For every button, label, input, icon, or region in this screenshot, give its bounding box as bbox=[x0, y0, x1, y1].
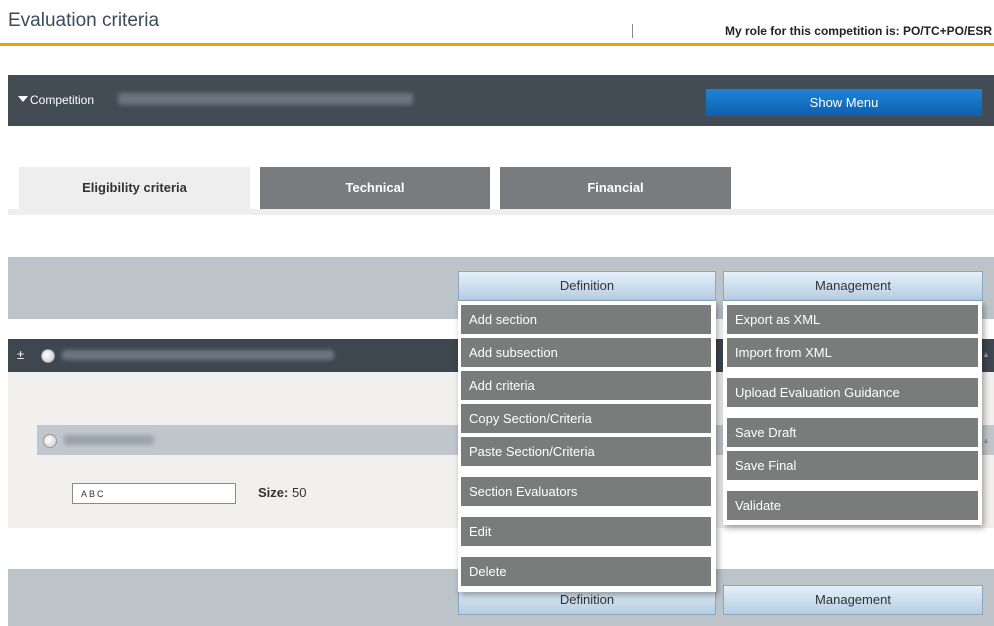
menu-validate[interactable]: Validate bbox=[727, 491, 978, 520]
chevron-down-icon[interactable] bbox=[18, 96, 28, 102]
management-button-bottom[interactable]: Management bbox=[723, 585, 983, 615]
menu-paste-section[interactable]: Paste Section/Criteria bbox=[461, 437, 711, 466]
tab-financial[interactable]: Financial bbox=[500, 167, 731, 209]
role-divider bbox=[632, 24, 633, 38]
definition-button-top[interactable]: Definition bbox=[458, 271, 716, 301]
menu-import-xml[interactable]: Import from XML bbox=[727, 338, 978, 367]
tabs-baseline bbox=[8, 209, 994, 215]
tab-eligibility-criteria[interactable]: Eligibility criteria bbox=[19, 167, 250, 209]
menu-section-evaluators[interactable]: Section Evaluators bbox=[461, 477, 711, 506]
criteria-radio[interactable] bbox=[43, 434, 57, 448]
management-button-top[interactable]: Management bbox=[723, 271, 983, 301]
header-accent-line bbox=[0, 43, 994, 46]
criteria-caret-icon: ▲ bbox=[982, 436, 990, 445]
menu-add-section[interactable]: Add section bbox=[461, 305, 711, 334]
menu-export-xml[interactable]: Export as XML bbox=[727, 305, 978, 334]
competition-name-redacted bbox=[118, 93, 413, 105]
criteria-text-input[interactable]: ABC bbox=[72, 483, 236, 504]
size-label: Size: bbox=[258, 485, 289, 500]
menu-add-subsection[interactable]: Add subsection bbox=[461, 338, 711, 367]
definition-menu: Add section Add subsection Add criteria … bbox=[458, 301, 716, 592]
tab-technical[interactable]: Technical bbox=[260, 167, 490, 209]
role-text: My role for this competition is: PO/TC+P… bbox=[724, 24, 992, 38]
menu-delete[interactable]: Delete bbox=[461, 557, 711, 586]
expand-toggle-icon[interactable]: ± bbox=[17, 347, 24, 362]
menu-upload-guidance[interactable]: Upload Evaluation Guidance bbox=[727, 378, 978, 407]
show-menu-button[interactable]: Show Menu bbox=[706, 89, 982, 116]
competition-label[interactable]: Competition bbox=[30, 93, 94, 107]
menu-edit[interactable]: Edit bbox=[461, 517, 711, 546]
menu-save-final[interactable]: Save Final bbox=[727, 451, 978, 480]
size-display: Size: 50 bbox=[258, 485, 306, 500]
page-title: Evaluation criteria bbox=[8, 10, 160, 31]
size-value: 50 bbox=[291, 485, 307, 500]
section-name-redacted bbox=[62, 350, 334, 360]
criteria-name-redacted bbox=[64, 435, 154, 445]
section-radio[interactable] bbox=[41, 349, 55, 363]
menu-save-draft[interactable]: Save Draft bbox=[727, 418, 978, 447]
section-caret-icon: ▲ bbox=[982, 350, 990, 359]
menu-add-criteria[interactable]: Add criteria bbox=[461, 371, 711, 400]
menu-copy-section[interactable]: Copy Section/Criteria bbox=[461, 404, 711, 433]
management-menu: Export as XML Import from XML Upload Eva… bbox=[723, 301, 982, 525]
